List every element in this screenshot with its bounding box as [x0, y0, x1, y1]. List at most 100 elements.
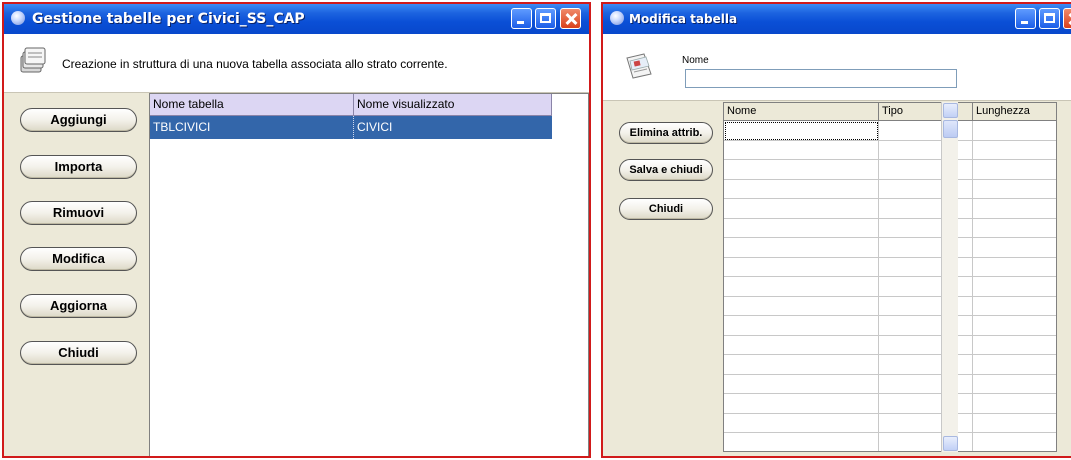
grid-cell[interactable]: [879, 140, 973, 160]
maximize-button[interactable]: [535, 8, 556, 29]
document-icon: [626, 53, 652, 79]
cell-nome-tabella[interactable]: TBLCIVICI: [150, 116, 354, 139]
table-row[interactable]: TBLCIVICI CIVICI: [150, 116, 552, 139]
grid-cell[interactable]: [973, 316, 1056, 336]
grid-cell[interactable]: [973, 355, 1056, 375]
delete-attribute-button[interactable]: Elimina attrib.: [619, 122, 713, 144]
grid-cell[interactable]: [879, 355, 973, 375]
grid-cell[interactable]: [973, 199, 1056, 219]
grid-cell[interactable]: [879, 218, 973, 238]
cell-nome-visualizzato[interactable]: CIVICI: [354, 116, 552, 139]
column-header-nome-tabella[interactable]: Nome tabella: [150, 94, 354, 116]
close-window-button[interactable]: [1063, 8, 1071, 29]
info-text: Creazione in struttura di una nuova tabe…: [62, 57, 448, 71]
grid-cell[interactable]: [973, 121, 1056, 141]
refresh-button[interactable]: Aggiorna: [20, 294, 137, 318]
tables-grid[interactable]: Nome tabella Nome visualizzato TBLCIVICI…: [149, 93, 589, 456]
grid-cell[interactable]: [879, 160, 973, 180]
title-bar[interactable]: Modifica tabella: [603, 4, 1071, 34]
grid-cell[interactable]: [724, 316, 879, 336]
gestione-tabelle-window: Gestione tabelle per Civici_SS_CAP Creaz…: [2, 2, 591, 458]
button-panel: Aggiungi Importa Rimuovi Modifica Aggior…: [8, 96, 142, 456]
remove-button[interactable]: Rimuovi: [20, 201, 137, 225]
grid-cell[interactable]: [724, 296, 879, 316]
minimize-button[interactable]: [1015, 8, 1036, 29]
column-header-nome-visualizzato[interactable]: Nome visualizzato: [354, 94, 552, 116]
minimize-icon: [512, 9, 531, 28]
name-area: Nome: [603, 34, 1071, 101]
column-header-nome[interactable]: Nome: [724, 103, 879, 121]
grid-cell[interactable]: [724, 413, 879, 433]
grid-cell[interactable]: [879, 121, 973, 141]
grid-cell[interactable]: [724, 277, 879, 297]
name-field[interactable]: [685, 69, 957, 88]
close-button[interactable]: Chiudi: [20, 341, 137, 365]
column-header-tipo[interactable]: Tipo: [879, 103, 973, 121]
grid-cell[interactable]: [879, 296, 973, 316]
focused-cell[interactable]: [725, 122, 878, 140]
close-window-button[interactable]: [560, 8, 581, 29]
window-app-icon: [11, 11, 25, 25]
grid-cell[interactable]: [879, 257, 973, 277]
window-title: Modifica tabella: [629, 12, 738, 26]
grid-cell[interactable]: [973, 277, 1056, 297]
close-icon: [561, 9, 580, 28]
grid-cell[interactable]: [973, 297, 1056, 316]
grid-cell[interactable]: [724, 218, 879, 238]
vertical-scrollbar[interactable]: [941, 102, 958, 452]
table-stack-icon: [20, 47, 46, 73]
close-button[interactable]: Chiudi: [619, 198, 713, 220]
minimize-button[interactable]: [511, 8, 532, 29]
grid-cell[interactable]: [973, 433, 1056, 451]
grid-cell[interactable]: [724, 394, 879, 414]
grid-cell[interactable]: [973, 160, 1056, 180]
grid-cell[interactable]: [724, 355, 879, 375]
grid-cell[interactable]: [879, 316, 973, 336]
grid-cell[interactable]: [724, 335, 879, 355]
import-button[interactable]: Importa: [20, 155, 137, 179]
grid-cell[interactable]: [879, 374, 973, 394]
grid-cell[interactable]: [879, 413, 973, 433]
add-button[interactable]: Aggiungi: [20, 108, 137, 132]
maximize-icon: [536, 9, 555, 28]
grid-cell[interactable]: [879, 179, 973, 199]
grid-cell[interactable]: [879, 335, 973, 355]
grid-cell[interactable]: [724, 238, 879, 258]
grid-cell[interactable]: [973, 219, 1056, 238]
grid-cell[interactable]: [724, 199, 879, 219]
save-close-button[interactable]: Salva e chiudi: [619, 159, 713, 181]
grid-cell[interactable]: [724, 160, 879, 180]
minimize-icon: [1016, 9, 1035, 28]
grid-cell[interactable]: [973, 180, 1056, 199]
maximize-button[interactable]: [1039, 8, 1060, 29]
grid-cell[interactable]: [724, 257, 879, 277]
grid-cell[interactable]: [973, 375, 1056, 394]
grid-cell[interactable]: [879, 238, 973, 258]
grid-cell[interactable]: [879, 277, 973, 297]
grid-cell[interactable]: [724, 179, 879, 199]
grid-cell[interactable]: [973, 141, 1056, 160]
grid-cell[interactable]: [879, 394, 973, 414]
title-bar[interactable]: Gestione tabelle per Civici_SS_CAP: [4, 4, 589, 34]
close-icon: [1064, 9, 1071, 28]
grid-cell[interactable]: [973, 336, 1056, 355]
grid-cell[interactable]: [724, 374, 879, 394]
grid-cell[interactable]: [879, 433, 973, 451]
grid-cell[interactable]: [973, 258, 1056, 277]
grid-cell[interactable]: [973, 394, 1056, 414]
grid-cell[interactable]: [724, 433, 879, 451]
scroll-up-icon[interactable]: [943, 103, 958, 118]
column-header-lunghezza[interactable]: Lunghezza: [973, 103, 1056, 121]
maximize-icon: [1040, 9, 1059, 28]
modifica-tabella-window: Modifica tabella Nome Elimina attrib. Sa…: [601, 2, 1071, 458]
scroll-down-icon[interactable]: [943, 436, 958, 451]
grid-cell[interactable]: [973, 238, 1056, 258]
info-bar: Creazione in struttura di una nuova tabe…: [4, 34, 589, 93]
window-app-icon: [610, 11, 624, 25]
grid-cell[interactable]: [879, 199, 973, 219]
modify-button[interactable]: Modifica: [20, 247, 137, 271]
scroll-thumb[interactable]: [943, 120, 958, 138]
grid-cell[interactable]: [724, 140, 879, 160]
grid-cell[interactable]: [973, 414, 1056, 433]
attributes-grid[interactable]: Nome Tipo Lunghezza: [723, 102, 1057, 452]
